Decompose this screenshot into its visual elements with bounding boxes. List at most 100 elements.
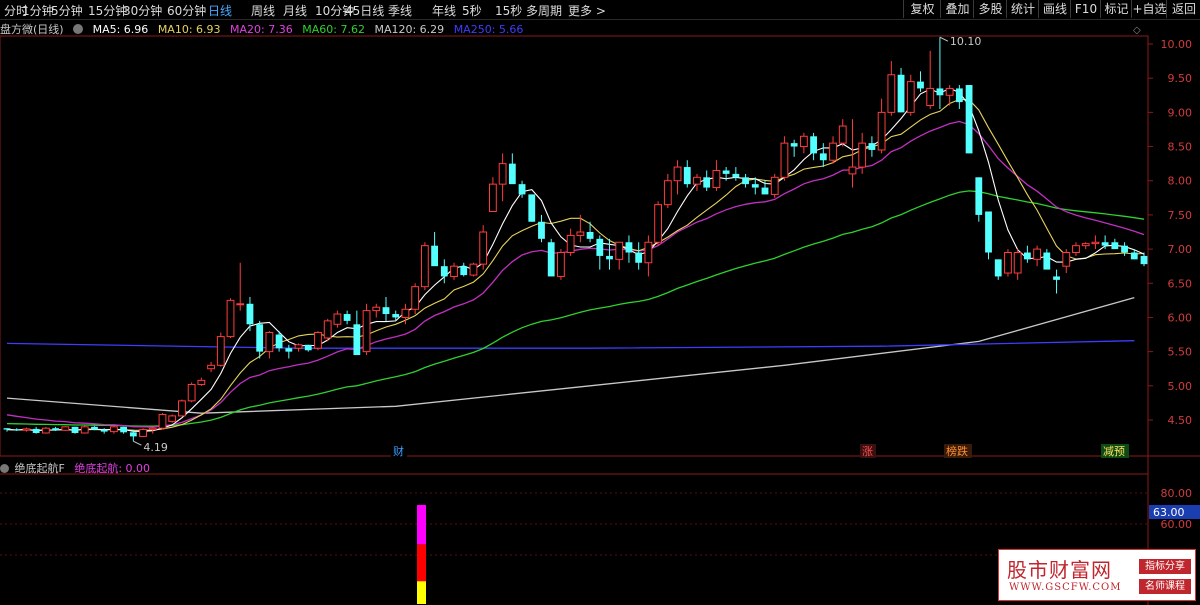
- event-marker[interactable]: 减预: [1103, 445, 1125, 458]
- candle: [994, 259, 1002, 280]
- watermark-url: WWW.GSCFW.COM: [1009, 582, 1122, 593]
- ma-line-ma250: [6, 340, 1135, 349]
- low-label: 4.19: [143, 441, 168, 454]
- candle: [168, 414, 177, 423]
- indicator-bar: [417, 504, 426, 545]
- candle: [265, 331, 274, 359]
- candle: [420, 242, 429, 291]
- event-marker[interactable]: 榜跌: [946, 444, 968, 458]
- ma-line-ma20: [6, 120, 1145, 428]
- candle: [508, 153, 516, 185]
- candle: [71, 426, 79, 434]
- indicator-axis-label: 80.00: [1161, 487, 1193, 500]
- candle: [80, 425, 89, 434]
- y-tick-label: 5.00: [1168, 380, 1193, 393]
- candle: [343, 310, 351, 325]
- candle: [13, 428, 21, 431]
- indicator-axis-label: 60.00: [1161, 518, 1193, 531]
- candle: [294, 343, 303, 352]
- y-tick-label: 9.00: [1168, 106, 1193, 119]
- diamond-icon[interactable]: ◇: [1133, 25, 1141, 36]
- y-tick-label: 5.50: [1168, 346, 1193, 359]
- candle: [596, 235, 604, 270]
- candle: [644, 235, 653, 277]
- y-tick-label: 4.50: [1168, 414, 1193, 427]
- y-tick-label: 7.50: [1168, 209, 1193, 222]
- candle: [469, 262, 478, 277]
- candle: [450, 262, 458, 280]
- candle: [372, 303, 381, 318]
- candle: [207, 361, 215, 373]
- candle: [897, 67, 905, 113]
- candle: [877, 98, 886, 154]
- candle: [712, 160, 721, 191]
- high-pointer: [939, 36, 949, 42]
- candle: [635, 242, 643, 270]
- candle: [955, 85, 963, 109]
- candle: [663, 173, 672, 209]
- candle: [362, 303, 371, 356]
- watermark-title: 股市财富网: [1007, 558, 1112, 582]
- event-marker[interactable]: 财: [393, 444, 404, 458]
- y-tick-label: 6.00: [1168, 311, 1193, 324]
- candle: [314, 331, 322, 351]
- candle: [440, 259, 448, 284]
- candle: [1023, 245, 1031, 263]
- candle: [323, 318, 332, 342]
- watermark-logo: 股市财富网 WWW.GSCFW.COM 指标分享 名师课程: [998, 549, 1196, 601]
- candle: [382, 296, 390, 321]
- candle: [41, 426, 50, 434]
- candle: [353, 310, 361, 356]
- candle: [683, 160, 691, 188]
- high-label: 10.10: [950, 35, 982, 48]
- indicator-bar: [417, 544, 426, 582]
- candle: [226, 298, 235, 338]
- candle: [256, 320, 264, 359]
- candle: [333, 310, 342, 328]
- candle: [1140, 252, 1148, 267]
- candle: [965, 85, 973, 154]
- candle: [829, 136, 837, 164]
- y-tick-label: 10.00: [1161, 38, 1193, 51]
- candle: [139, 428, 147, 438]
- candle: [557, 249, 565, 280]
- watermark-tag-1: 指标分享: [1139, 559, 1191, 574]
- candle: [838, 119, 847, 147]
- candle: [887, 61, 896, 116]
- event-marker[interactable]: 涨: [862, 445, 873, 458]
- candle: [488, 177, 497, 212]
- candle: [703, 170, 711, 191]
- candle: [216, 332, 225, 367]
- candle: [742, 173, 749, 188]
- candle: [615, 241, 624, 270]
- candle: [780, 136, 789, 181]
- candle: [625, 235, 633, 263]
- candle: [431, 232, 438, 267]
- candle: [868, 136, 876, 157]
- candle: [790, 139, 798, 157]
- candle: [566, 228, 575, 256]
- kline-chart[interactable]: 10.00 9.50 9.00 8.50 8.00 7.50 7.00 6.50 6.00 5.5…: [0, 0, 1200, 605]
- candle: [528, 194, 536, 222]
- candle: [917, 71, 924, 92]
- y-tick-label: 8.00: [1168, 175, 1193, 188]
- candle: [178, 399, 186, 417]
- y-tick-label: 9.50: [1168, 72, 1193, 85]
- candle: [799, 132, 808, 154]
- candle: [1072, 242, 1080, 256]
- candle: [304, 344, 312, 352]
- ma-line-ma5: [6, 87, 1145, 432]
- candle: [22, 427, 31, 432]
- candle: [936, 37, 944, 109]
- candle: [187, 382, 196, 403]
- candle: [1053, 269, 1060, 294]
- candle: [236, 262, 245, 311]
- candle: [1033, 245, 1042, 267]
- candle: [975, 177, 983, 222]
- candle: [411, 283, 420, 315]
- candle: [479, 225, 488, 270]
- candle: [1111, 238, 1119, 250]
- candle: [32, 426, 40, 434]
- candle: [673, 160, 682, 195]
- candle: [120, 426, 128, 434]
